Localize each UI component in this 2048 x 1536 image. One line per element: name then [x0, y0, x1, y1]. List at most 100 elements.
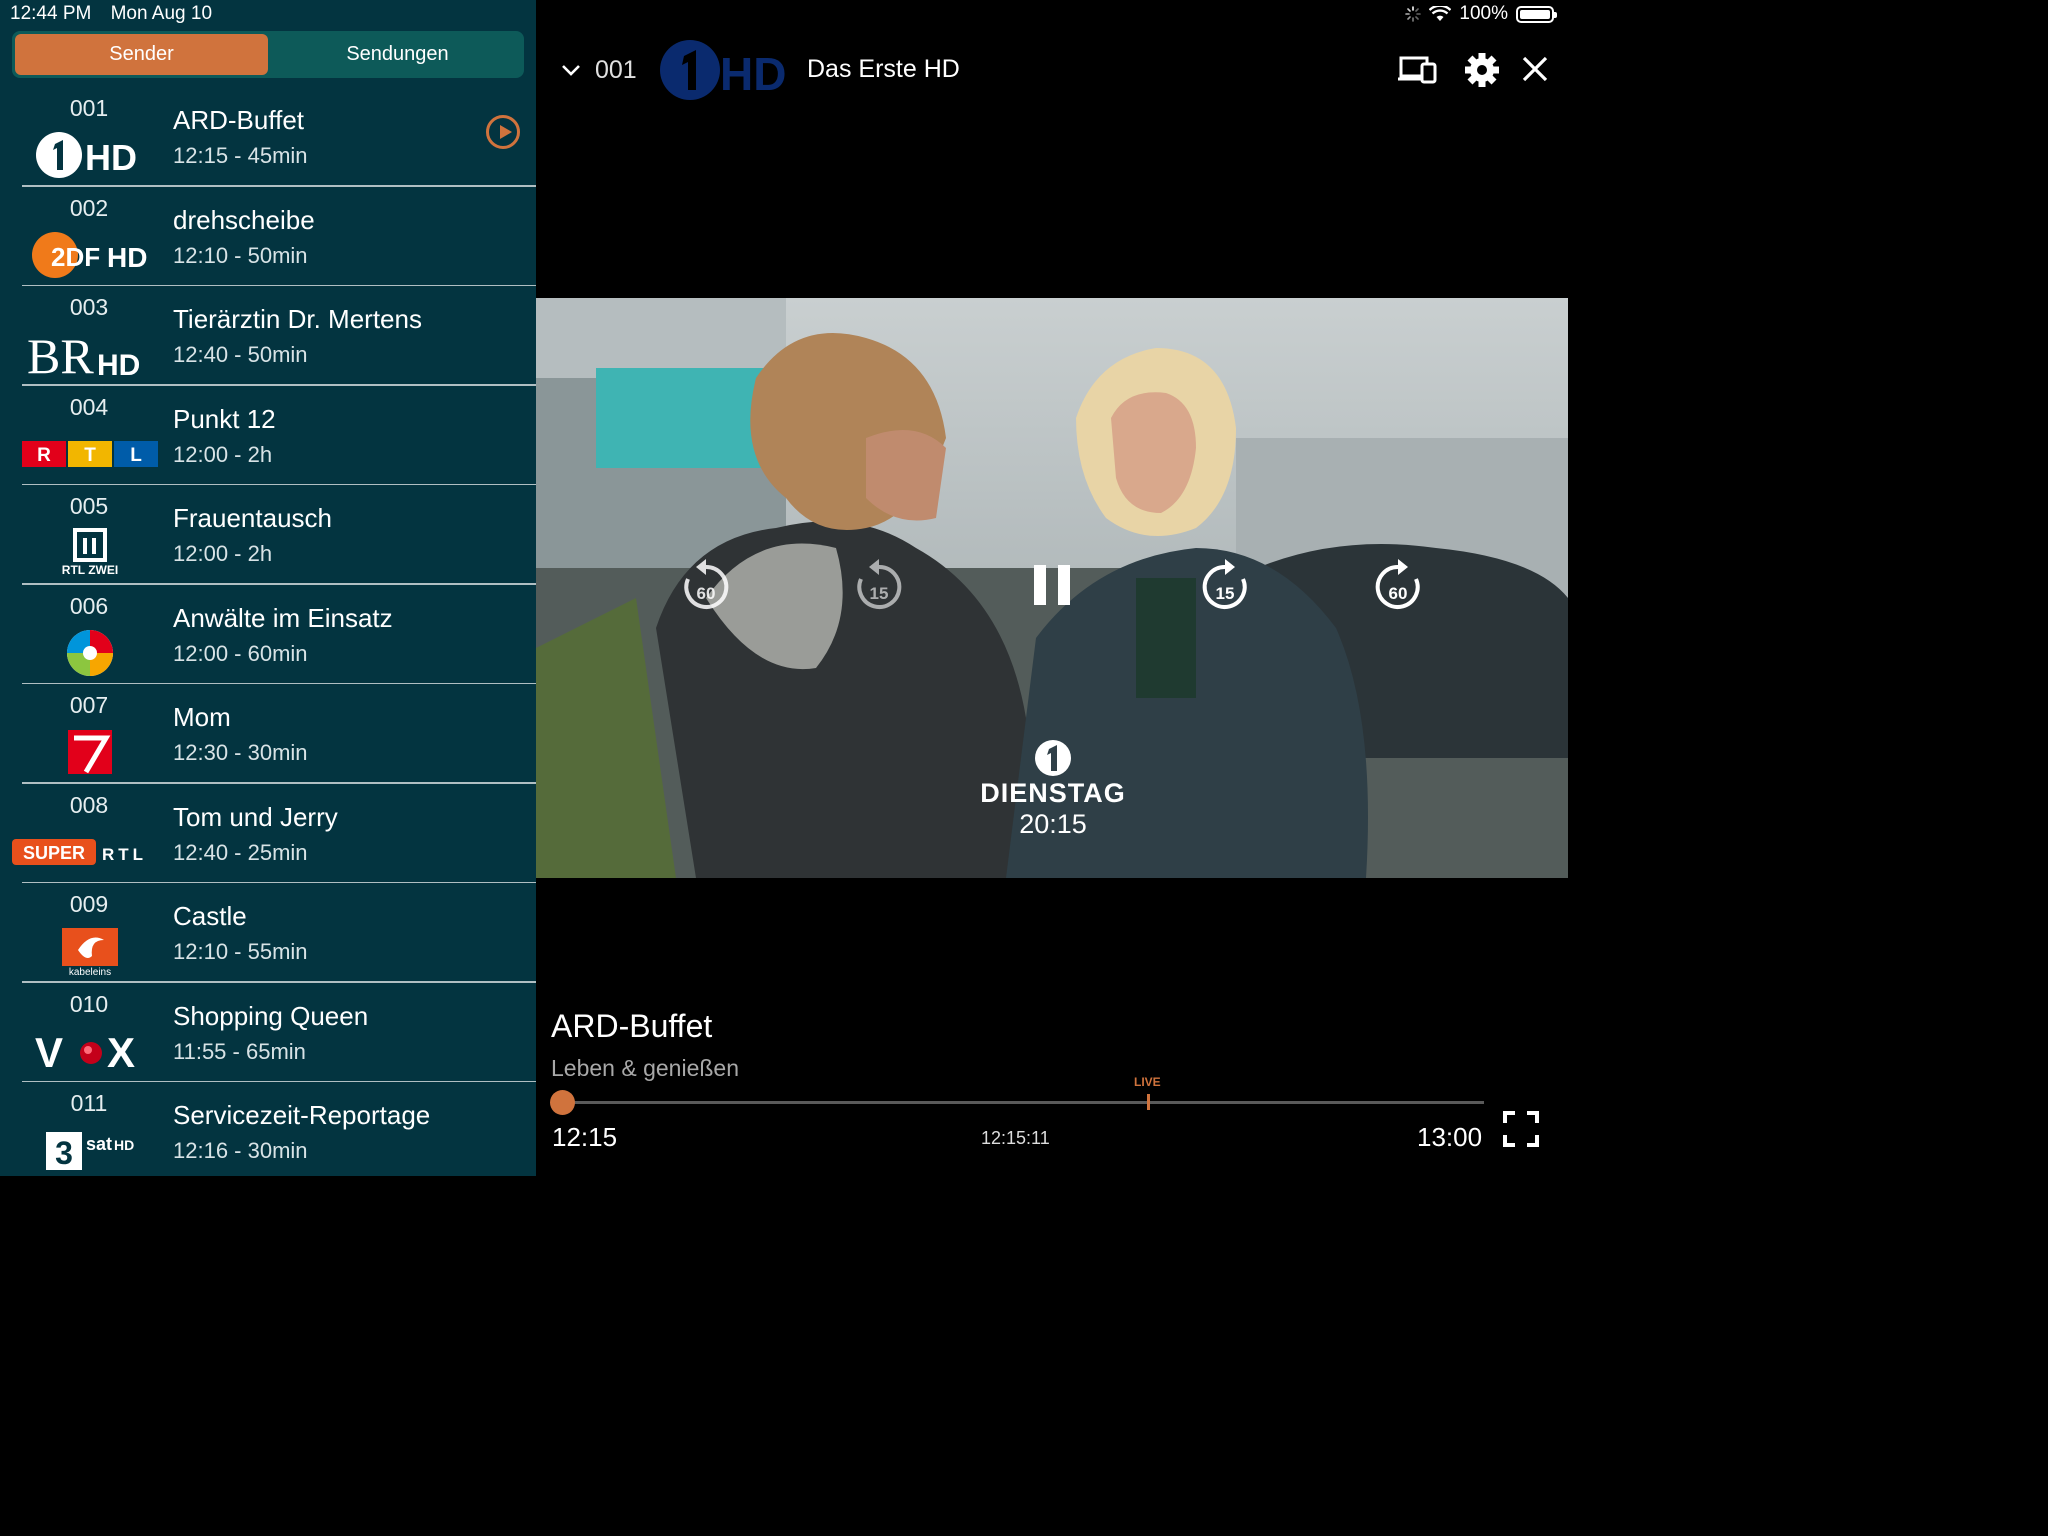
channel-row-009[interactable]: 009 kabeleins Castle 12:10 - 55min [0, 883, 536, 983]
ard-hd-channel-logo: HD [660, 40, 786, 100]
rewind-15-icon[interactable]: 15 [849, 555, 909, 615]
scrubber-knob[interactable] [550, 1090, 575, 1115]
program-title: Punkt 12 [173, 403, 276, 434]
battery-percent: 100% [1459, 3, 1508, 24]
channel-number: 003 [69, 294, 109, 320]
channel-row-001[interactable]: 001 HD ARD-Buffet 12:15 - 45min [0, 87, 536, 187]
channel-row-006[interactable]: 006 Anwälte im Einsatz 12:00 - 60min [0, 585, 536, 684]
program-time: 12:10 - 50min [173, 242, 308, 268]
rtl-logo: R T L [16, 430, 164, 478]
program-time: 12:40 - 50min [173, 342, 308, 367]
pause-icon[interactable] [1022, 555, 1082, 615]
channel-number: 005 [69, 493, 109, 519]
ard-hd-logo: HD [16, 131, 164, 179]
program-time: 12:00 - 60min [173, 640, 308, 666]
tab-sendungen[interactable]: Sendungen [271, 31, 524, 78]
program-title: Tierärztin Dr. Mertens [173, 304, 422, 334]
vox-logo: V X [16, 1027, 164, 1075]
progress-track[interactable] [556, 1101, 1484, 1104]
zdf-logo-hd-text: HD [107, 242, 147, 273]
tab-sender[interactable]: Sender [15, 34, 268, 75]
fullscreen-icon[interactable] [1503, 1111, 1539, 1147]
channel-number: 007 [69, 692, 109, 718]
end-time: 13:00 [1417, 1122, 1483, 1152]
zdf-logo-text: 2DF [51, 242, 100, 272]
program-time: 12:30 - 30min [173, 740, 308, 765]
rewind-15-label: 15 [870, 584, 889, 603]
program-time: 12:00 - 2h [173, 441, 273, 467]
close-icon[interactable] [1516, 52, 1556, 88]
chevron-down-icon[interactable] [560, 62, 582, 78]
channel-row-005[interactable]: 005 RTL ZWEI Frauentausch 12:00 - 2h [0, 485, 536, 585]
program-title: Castle [173, 901, 247, 931]
player-channel-number: 001 [595, 56, 637, 84]
rtlzwei-logo-text: RTL ZWEI [62, 563, 118, 577]
program-title: Mom [173, 702, 231, 732]
battery-icon [1516, 5, 1557, 23]
channel-number: 006 [69, 592, 109, 619]
status-time: 12:44 PM [10, 3, 92, 24]
program-time: 12:15 - 45min [173, 143, 308, 168]
channel-number: 001 [69, 95, 109, 121]
rewind-60-icon[interactable]: 60 [676, 555, 736, 615]
status-bar-left: 12:44 PM Mon Aug 10 [10, 3, 226, 25]
loading-icon [1405, 6, 1422, 22]
channel-row-008[interactable]: 008 SUPER RTL Tom und Jerry 12:40 - 25mi… [0, 784, 536, 883]
program-title: Anwälte im Einsatz [173, 602, 393, 633]
status-bar-right: 100% [1405, 3, 1557, 25]
superrtl-rtl-text: RTL [102, 845, 147, 864]
forward-60-label: 60 [1389, 584, 1408, 603]
channel-row-003[interactable]: 003 BR HD Tierärztin Dr. Mertens 12:40 -… [0, 286, 536, 386]
start-time: 12:15 [552, 1122, 618, 1152]
rewind-60-label: 60 [697, 584, 716, 603]
current-time: 12:15:11 [981, 1128, 1050, 1148]
channel-number: 004 [69, 393, 109, 420]
program-title: ARD-Buffet [173, 105, 305, 135]
status-date: Mon Aug 10 [110, 3, 213, 24]
3sat-hd-logo: 3 sat HD [16, 1126, 164, 1174]
superrtl-logo: SUPER RTL [10, 828, 170, 876]
channel-row-002[interactable]: 002 2DF HD drehscheibe 12:10 - 50min [0, 187, 536, 286]
forward-60-icon[interactable]: 60 [1368, 555, 1428, 615]
channel-number: 010 [69, 990, 109, 1017]
forward-15-label: 15 [1216, 584, 1235, 603]
channel-number: 011 [70, 1090, 108, 1116]
gear-icon[interactable] [1462, 52, 1502, 88]
channel-row-004[interactable]: 004 R T L Punkt 12 12:00 - 2h [0, 386, 536, 485]
ard-logo-hd-text: HD [85, 137, 137, 178]
3sat-logo-digit: 3 [55, 1135, 73, 1171]
3sat-logo-name: sat [86, 1134, 112, 1154]
live-label: LIVE [1134, 1075, 1161, 1089]
ard-watermark-icon [1035, 740, 1071, 776]
rtl-letter-t: T [84, 445, 96, 466]
channel-number: 009 [69, 891, 109, 917]
sat1-logo [16, 629, 164, 677]
rtlzwei-logo: RTL ZWEI [16, 528, 164, 577]
player-logo-hd-text: HD [720, 48, 786, 100]
br-logo-hd-text: HD [97, 349, 140, 379]
wifi-icon [1429, 6, 1452, 21]
segmented-control: Sender Sendungen [12, 31, 524, 78]
channel-watermark: DIENSTAG 20:15 [978, 738, 1128, 840]
program-time: 12:16 - 30min [173, 1138, 308, 1163]
prosieben-logo [16, 728, 164, 776]
program-title: Servicezeit-Reportage [173, 1100, 431, 1130]
channel-row-011[interactable]: 011 3 sat HD Servicezeit-Reportage 12:16… [0, 1082, 536, 1182]
channel-row-010[interactable]: 010 V X Shopping Queen 11:55 - 65min [0, 983, 536, 1082]
vox-letter-v: V [35, 1031, 63, 1071]
channel-sidebar: Sender Sendungen 001 HD ARD-Buffet 12:15… [0, 0, 536, 1176]
watermark-day: DIENSTAG [980, 778, 1126, 808]
program-time: 12:10 - 55min [173, 939, 308, 964]
player-channel-name: Das Erste HD [807, 55, 960, 83]
br-logo-text: BR [27, 329, 94, 379]
channel-row-007[interactable]: 007 Mom 12:30 - 30min [0, 684, 536, 784]
program-title: Frauentausch [173, 503, 332, 533]
player-program-subtitle: Leben & genießen [551, 1055, 739, 1081]
channel-number: 002 [69, 194, 109, 221]
zdf-hd-logo: 2DF HD [16, 231, 164, 279]
channel-number: 008 [69, 791, 109, 818]
devices-icon[interactable] [1398, 52, 1438, 88]
program-title: Tom und Jerry [173, 801, 338, 832]
play-circle-icon[interactable] [486, 115, 520, 149]
forward-15-icon[interactable]: 15 [1195, 555, 1255, 615]
